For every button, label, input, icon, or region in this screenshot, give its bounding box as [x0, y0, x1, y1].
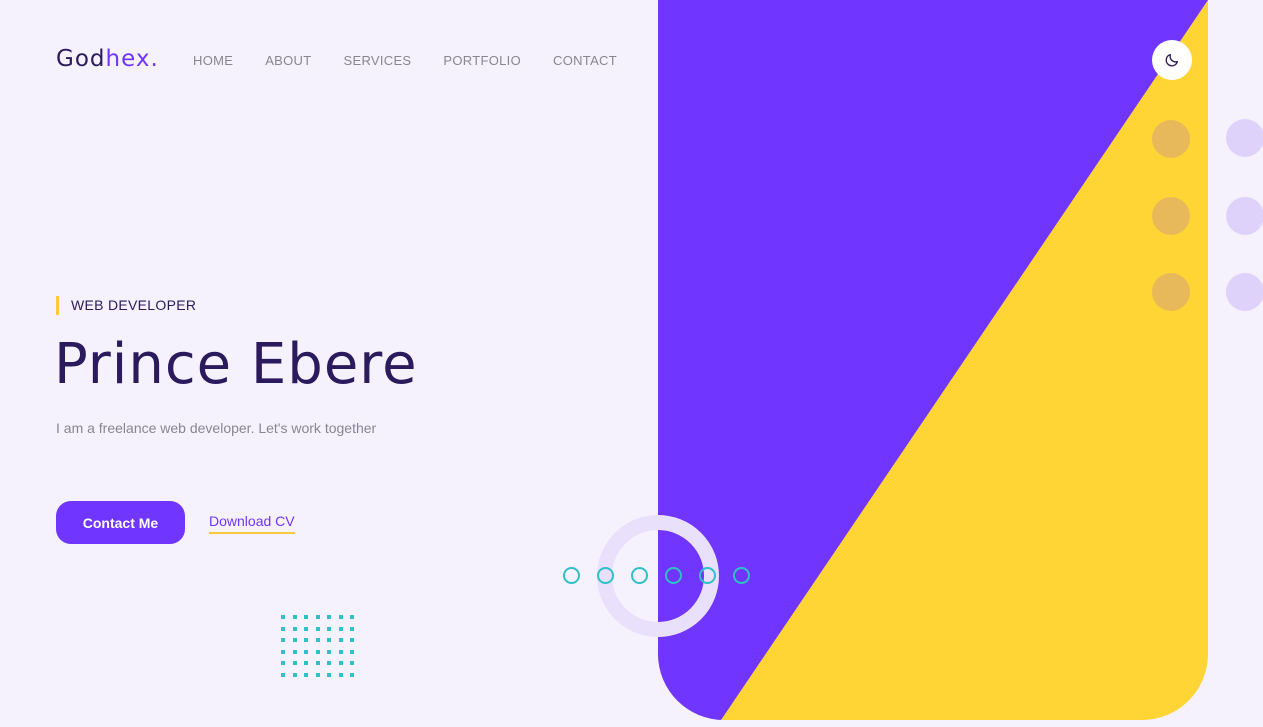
- decor-grid-dot: [350, 638, 354, 642]
- decor-grid-dot: [338, 638, 343, 642]
- decor-dot-grid: [281, 615, 354, 677]
- decor-dot: [1226, 273, 1263, 311]
- decor-grid-dot: [338, 615, 343, 619]
- decor-circle: [597, 567, 614, 584]
- decor-grid-dot: [338, 661, 343, 665]
- nav-home[interactable]: HOME: [193, 53, 233, 68]
- decor-grid-dot: [304, 649, 308, 654]
- decor-grid-dot: [338, 626, 343, 631]
- decor-grid-dot: [304, 615, 308, 619]
- decor-grid-dot: [315, 626, 320, 631]
- decor-grid-dot: [304, 638, 308, 642]
- hero-name: Prince Ebere: [54, 332, 418, 397]
- main-nav: HOME ABOUT SERVICES PORTFOLIO CONTACT: [193, 53, 617, 68]
- hero-graphic: [658, 0, 1208, 720]
- decor-grid-dot: [304, 661, 308, 665]
- decor-grid-dot: [350, 649, 354, 654]
- decor-circle: [699, 567, 716, 584]
- theme-toggle-button[interactable]: [1152, 40, 1192, 80]
- nav-portfolio[interactable]: PORTFOLIO: [443, 53, 521, 68]
- decor-circles-row: [563, 567, 750, 584]
- decor-grid-dot: [327, 626, 331, 631]
- decor-grid-dot: [292, 615, 297, 619]
- decor-grid-dot: [292, 626, 297, 631]
- decor-grid-dot: [304, 626, 308, 631]
- nav-services[interactable]: SERVICES: [344, 53, 412, 68]
- decor-grid-dot: [327, 615, 331, 619]
- decor-grid-dot: [281, 661, 285, 665]
- decor-grid-dot: [315, 661, 320, 665]
- decor-grid-dot: [281, 672, 285, 677]
- decor-grid-dot: [315, 638, 320, 642]
- logo-dot: .: [150, 46, 159, 72]
- decor-grid-dot: [315, 615, 320, 619]
- decor-grid-dot: [327, 649, 331, 654]
- hero-diagonal-shape: [658, 0, 1208, 720]
- hero-tagline: I am a freelance web developer. Let's wo…: [56, 420, 377, 436]
- moon-icon: [1165, 54, 1178, 67]
- decor-grid-dot: [338, 672, 343, 677]
- decor-grid-dot: [350, 615, 354, 619]
- logo[interactable]: Godhex.: [56, 46, 159, 72]
- decor-dot: [1226, 197, 1263, 235]
- decor-grid-dot: [327, 672, 331, 677]
- decor-grid-dot: [338, 649, 343, 654]
- nav-contact[interactable]: CONTACT: [553, 53, 617, 68]
- decor-circle: [733, 567, 750, 584]
- decor-dot: [1152, 273, 1190, 311]
- nav-about[interactable]: ABOUT: [265, 53, 311, 68]
- decor-grid-dot: [327, 661, 331, 665]
- decor-grid-dot: [281, 649, 285, 654]
- download-cv-link[interactable]: Download CV: [209, 513, 295, 534]
- decor-grid-dot: [281, 626, 285, 631]
- decor-grid-dot: [315, 672, 320, 677]
- decor-grid-dot: [350, 672, 354, 677]
- decor-grid-dot: [292, 672, 297, 677]
- decor-circle: [665, 567, 682, 584]
- decor-grid-dot: [281, 615, 285, 619]
- logo-text-accent: hex: [105, 46, 151, 72]
- decor-grid-dot: [292, 649, 297, 654]
- decor-grid-dot: [304, 672, 308, 677]
- decor-grid-dot: [350, 661, 354, 665]
- contact-me-button[interactable]: Contact Me: [56, 501, 185, 544]
- decor-dot: [1226, 119, 1263, 157]
- hero-role: WEB DEVELOPER: [56, 296, 196, 315]
- decor-grid-dot: [315, 649, 320, 654]
- decor-grid-dot: [281, 638, 285, 642]
- decor-grid-dot: [292, 638, 297, 642]
- decor-grid-dot: [327, 638, 331, 642]
- decor-circle: [631, 567, 648, 584]
- decor-dot: [1152, 197, 1190, 235]
- decor-grid-dot: [292, 661, 297, 665]
- decor-grid-dot: [350, 626, 354, 631]
- logo-text-main: God: [56, 46, 106, 72]
- decor-dot: [1152, 120, 1190, 158]
- decor-circle: [563, 567, 580, 584]
